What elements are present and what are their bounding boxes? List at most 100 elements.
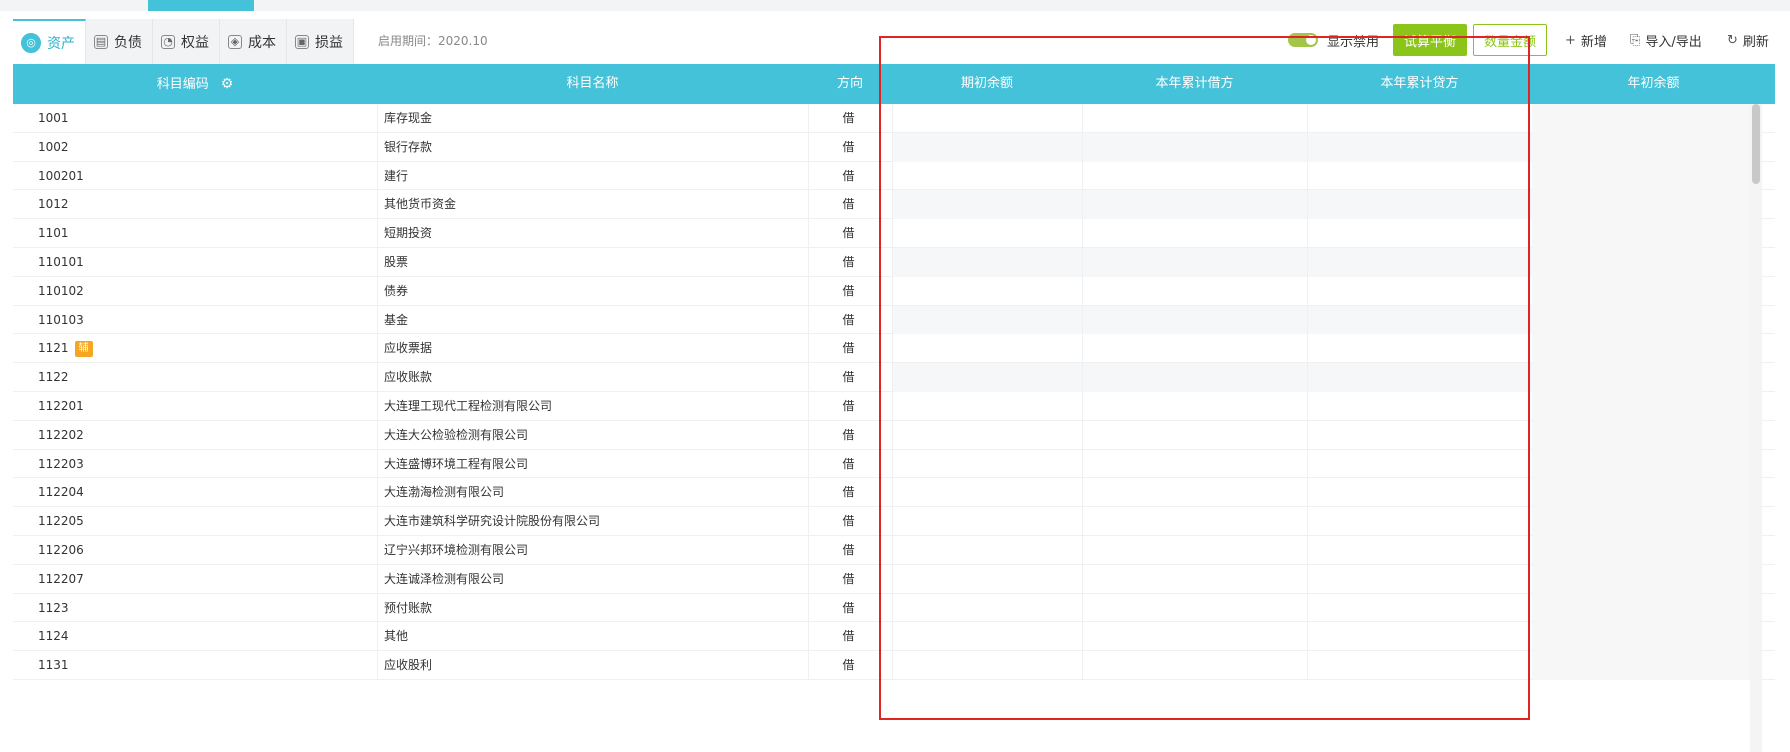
trial-balance-button[interactable]: 试算平衡 [1393,24,1467,56]
ytd-debit-cell[interactable] [1082,104,1307,133]
ytd-credit-cell[interactable] [1307,248,1532,277]
ytd-credit-cell[interactable] [1307,593,1532,623]
toggle-switch[interactable] [1288,33,1318,47]
opening-balance-cell[interactable] [892,161,1082,191]
column-header-direction[interactable]: 方向 [808,64,892,104]
opening-balance-cell[interactable] [892,305,1082,335]
opening-balance-cell[interactable] [892,104,1082,133]
table-row[interactable]: 1131 应收股利借 [13,651,1775,680]
tab-equity[interactable]: ◔ 权益 [153,19,220,64]
table-row[interactable]: 112202 大连大公检验检测有限公司借 [13,420,1775,450]
ytd-debit-cell[interactable] [1082,190,1307,220]
opening-balance-cell[interactable] [892,276,1082,306]
ytd-debit-cell[interactable] [1082,219,1307,248]
table-row[interactable]: 112205 大连市建筑科学研究设计院股份有限公司借 [13,507,1775,536]
column-header-year-begin[interactable]: 年初余额 [1532,64,1775,104]
table-row[interactable]: 1124 其他借 [13,622,1775,652]
ytd-credit-cell[interactable] [1307,536,1532,565]
ytd-credit-cell[interactable] [1307,478,1532,508]
tab-liability[interactable]: ▤ 负债 [86,19,153,64]
scrollbar-thumb[interactable] [1752,104,1760,184]
ytd-credit-cell[interactable] [1307,420,1532,450]
ytd-credit-cell[interactable] [1307,363,1532,392]
ytd-credit-cell[interactable] [1307,190,1532,220]
add-button[interactable]: + 新增 [1565,24,1607,56]
column-header-opening[interactable]: 期初余额 [892,64,1082,104]
ytd-credit-cell[interactable] [1307,104,1532,133]
opening-balance-cell[interactable] [892,190,1082,220]
opening-balance-cell[interactable] [892,536,1082,565]
table-row[interactable]: 1101 短期投资借 [13,219,1775,248]
table-row[interactable]: 112203 大连盛博环境工程有限公司借 [13,449,1775,479]
table-row[interactable]: 1012 其他货币资金借 [13,190,1775,220]
ytd-debit-cell[interactable] [1082,392,1307,421]
opening-balance-cell[interactable] [892,132,1082,162]
ytd-debit-cell[interactable] [1082,132,1307,162]
opening-balance-cell[interactable] [892,392,1082,421]
ytd-debit-cell[interactable] [1082,651,1307,680]
ytd-debit-cell[interactable] [1082,248,1307,277]
ytd-debit-cell[interactable] [1082,478,1307,508]
table-row[interactable]: 110103 基金借 [13,305,1775,335]
tab-asset[interactable]: ◎ 资产 [13,19,86,64]
ytd-credit-cell[interactable] [1307,334,1532,364]
opening-balance-cell[interactable] [892,363,1082,392]
ytd-debit-cell[interactable] [1082,564,1307,594]
column-header-name[interactable]: 科目名称 [377,64,808,104]
column-header-ytd-debit[interactable]: 本年累计借方 [1082,64,1307,104]
table-row[interactable]: 112201 大连理工现代工程检测有限公司借 [13,392,1775,421]
ytd-debit-cell[interactable] [1082,305,1307,335]
table-row[interactable]: 1001 库存现金借 [13,104,1775,133]
ytd-debit-cell[interactable] [1082,334,1307,364]
ytd-debit-cell[interactable] [1082,507,1307,536]
column-header-ytd-credit[interactable]: 本年累计贷方 [1307,64,1532,104]
ytd-credit-cell[interactable] [1307,161,1532,191]
column-header-code[interactable]: 科目编码 ⚙ [13,64,377,104]
opening-balance-cell[interactable] [892,219,1082,248]
import-export-button[interactable]: ⎘ 导入/导出 [1630,24,1702,56]
table-row[interactable]: 1122 应收账款借 [13,363,1775,392]
table-row[interactable]: 112207 大连诚泽检测有限公司借 [13,564,1775,594]
ytd-credit-cell[interactable] [1307,305,1532,335]
ytd-debit-cell[interactable] [1082,449,1307,479]
gear-icon[interactable]: ⚙ [221,64,234,104]
ytd-credit-cell[interactable] [1307,219,1532,248]
ytd-debit-cell[interactable] [1082,276,1307,306]
table-row[interactable]: 1123 预付账款借 [13,593,1775,623]
ytd-credit-cell[interactable] [1307,622,1532,652]
opening-balance-cell[interactable] [892,593,1082,623]
ytd-debit-cell[interactable] [1082,161,1307,191]
opening-balance-cell[interactable] [892,449,1082,479]
tab-profit-loss[interactable]: ▣ 损益 [287,19,354,64]
vertical-scrollbar[interactable] [1750,104,1762,752]
ytd-credit-cell[interactable] [1307,276,1532,306]
table-row[interactable]: 110102 债券借 [13,276,1775,306]
opening-balance-cell[interactable] [892,248,1082,277]
ytd-credit-cell[interactable] [1307,449,1532,479]
opening-balance-cell[interactable] [892,651,1082,680]
ytd-credit-cell[interactable] [1307,564,1532,594]
ytd-debit-cell[interactable] [1082,420,1307,450]
ytd-credit-cell[interactable] [1307,507,1532,536]
ytd-debit-cell[interactable] [1082,536,1307,565]
ytd-credit-cell[interactable] [1307,392,1532,421]
table-row[interactable]: 110101 股票借 [13,248,1775,277]
show-disabled-toggle[interactable]: 显示禁用 [1288,24,1379,56]
ytd-credit-cell[interactable] [1307,651,1532,680]
refresh-button[interactable]: ↻ 刷新 [1727,24,1769,56]
tab-cost[interactable]: ◈ 成本 [220,19,287,64]
table-row[interactable]: 1121 辅 应收票据借 [13,334,1775,364]
opening-balance-cell[interactable] [892,507,1082,536]
table-row[interactable]: 112206 辽宁兴邦环境检测有限公司借 [13,536,1775,565]
ytd-debit-cell[interactable] [1082,622,1307,652]
table-row[interactable]: 1002 银行存款借 [13,132,1775,162]
opening-balance-cell[interactable] [892,564,1082,594]
opening-balance-cell[interactable] [892,478,1082,508]
table-row[interactable]: 100201 建行借 [13,161,1775,191]
opening-balance-cell[interactable] [892,420,1082,450]
opening-balance-cell[interactable] [892,334,1082,364]
opening-balance-cell[interactable] [892,622,1082,652]
table-row[interactable]: 112204 大连渤海检测有限公司借 [13,478,1775,508]
ytd-debit-cell[interactable] [1082,593,1307,623]
ytd-debit-cell[interactable] [1082,363,1307,392]
